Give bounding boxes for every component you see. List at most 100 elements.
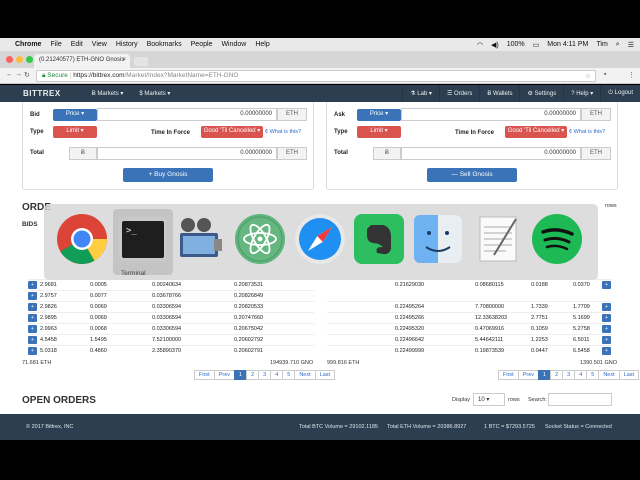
bid-row[interactable]: 2.9963 0.0068 0.03306594 0.20675042 +: [28, 323, 314, 334]
window-close-button[interactable]: [6, 56, 13, 63]
volume-icon[interactable]: ◀): [491, 41, 499, 49]
sell-what-is-this-link[interactable]: ¢ What is this?: [569, 129, 605, 135]
bid-row-add-icon[interactable]: +: [28, 281, 37, 289]
buy-type-dropdown[interactable]: Limit ▾: [53, 126, 97, 138]
buy-what-is-this-link[interactable]: ¢ What is this?: [265, 129, 301, 135]
menubar-app-name[interactable]: Chrome: [15, 41, 41, 48]
buy-total-input[interactable]: 0.00000000: [97, 147, 277, 160]
reload-icon[interactable]: ↻: [24, 71, 30, 79]
notification-center-icon[interactable]: ☰: [628, 41, 634, 49]
bid-cell: 2.9681: [40, 282, 57, 288]
menu-view[interactable]: View: [92, 41, 107, 48]
nav-btc-markets[interactable]: Ƀ Markets ▾: [84, 90, 132, 97]
bid-row[interactable]: 2.9826 0.0069 0.03306594 0.20820533 +: [28, 301, 314, 312]
bid-row-add-icon[interactable]: +: [28, 314, 37, 322]
asks-page-first[interactable]: First: [498, 370, 519, 380]
ask-row-add-icon[interactable]: +: [602, 281, 611, 289]
window-zoom-button[interactable]: [26, 56, 33, 63]
menu-bookmarks[interactable]: Bookmarks: [147, 41, 182, 48]
display-rows-select[interactable]: 10 ▾: [473, 393, 505, 406]
menu-history[interactable]: History: [116, 41, 138, 48]
nav-orders[interactable]: ☰ Orders: [438, 85, 479, 102]
sell-total-input[interactable]: 0.00000000: [401, 147, 581, 160]
finder-icon[interactable]: [412, 213, 464, 265]
sell-price-button[interactable]: Price ▾: [357, 109, 401, 121]
bid-row-add-icon[interactable]: +: [28, 292, 37, 300]
bid-row-add-icon[interactable]: +: [28, 325, 37, 333]
new-tab-button[interactable]: [134, 57, 148, 66]
address-bar[interactable]: 🔒︎ Secure | https://bittrex.com/Market/I…: [36, 70, 596, 82]
sell-type-label: Type: [334, 129, 348, 135]
nav-settings[interactable]: ⚙ Settings: [519, 85, 563, 102]
menu-edit[interactable]: Edit: [71, 41, 83, 48]
bid-price-input[interactable]: 0.00000000: [97, 108, 277, 121]
bid-row[interactable]: 2.9757 0.0077 0.03678766 0.20826849 +: [28, 290, 314, 301]
chrome-icon[interactable]: [56, 213, 108, 265]
nav-lab[interactable]: ⚗ Lab ▾: [402, 85, 439, 102]
bids-page-last[interactable]: Last: [314, 370, 336, 380]
battery-icon[interactable]: ▭: [533, 41, 540, 49]
ask-row[interactable]: 0.22496642 5.44642111 1.2253 6.5011 +: [327, 334, 612, 345]
menubar-user[interactable]: Tim: [596, 41, 607, 48]
bittrex-logo[interactable]: BITTREX: [0, 89, 84, 98]
ask-row-add-icon[interactable]: +: [602, 325, 611, 333]
bids-page-next[interactable]: Next: [294, 370, 316, 380]
bookmark-star-icon[interactable]: ☆: [585, 72, 591, 80]
chrome-menu-icon[interactable]: ⋮: [628, 71, 635, 79]
ask-row-add-icon[interactable]: +: [602, 347, 611, 355]
bid-row[interactable]: 2.9681 0.0005 0.00240634 0.20873531 +: [28, 279, 314, 290]
sell-gnosis-button[interactable]: — Sell Gnosis: [427, 168, 517, 182]
spotlight-icon[interactable]: ⌕: [616, 41, 620, 49]
browser-tab[interactable]: (0.21240577) ETH-GNO Gnosis ×: [34, 54, 130, 68]
ask-row[interactable]: 0.22495264 7.70800000 1.7339 1.7709 +: [327, 301, 612, 312]
bid-row[interactable]: 2.9895 0.0069 0.03306594 0.20747660 +: [28, 312, 314, 323]
ask-row[interactable]: 0.22495320 0.47069916 0.1059 5.2758 +: [327, 323, 612, 334]
back-icon[interactable]: ←: [6, 71, 13, 78]
terminal-icon[interactable]: >_: [117, 213, 169, 265]
ask-row[interactable]: 0.22495266 12.33638203 2.7751 5.1699 +: [327, 312, 612, 323]
bid-row[interactable]: 4.5458 1.5495 7.52100000 0.20602792 +: [28, 334, 314, 345]
sell-type-dropdown[interactable]: Limit ▾: [357, 126, 401, 138]
battery-percent[interactable]: 100%: [507, 41, 525, 48]
bid-row[interactable]: 5.0318 0.4860 2.35890370 0.20602791 +: [28, 345, 314, 356]
asks-page-last[interactable]: Last: [618, 370, 640, 380]
ask-price-input[interactable]: 0.00000000: [401, 108, 581, 121]
nav-help[interactable]: ? Help ▾: [563, 85, 600, 102]
wifi-icon[interactable]: ◠: [477, 41, 483, 49]
nav-logout[interactable]: ⏻ Logout: [600, 85, 640, 102]
menu-window[interactable]: Window: [221, 41, 246, 48]
bid-row-add-icon[interactable]: +: [28, 347, 37, 355]
photo-slideshow-icon[interactable]: [174, 213, 226, 265]
bids-page-first[interactable]: First: [194, 370, 215, 380]
sell-tif-dropdown[interactable]: Good 'Til Cancelled ▾: [505, 126, 567, 138]
asks-page-next[interactable]: Next: [598, 370, 620, 380]
menu-help[interactable]: Help: [255, 41, 269, 48]
ask-row-add-icon[interactable]: +: [602, 303, 611, 311]
atom-icon[interactable]: [234, 213, 286, 265]
open-orders-search-input[interactable]: [548, 393, 612, 406]
buy-gnosis-button[interactable]: + Buy Gnosis: [123, 168, 213, 182]
menubar-clock[interactable]: Mon 4:11 PM: [547, 41, 588, 48]
ask-row-add-icon[interactable]: +: [602, 336, 611, 344]
safari-icon[interactable]: [294, 213, 346, 265]
buy-tif-dropdown[interactable]: Good 'Til Cancelled ▾: [201, 126, 263, 138]
evernote-icon[interactable]: [353, 213, 405, 265]
nav-wallets[interactable]: Ƀ Wallets: [479, 85, 519, 102]
asks-page-prev[interactable]: Prev: [517, 370, 540, 380]
ask-row[interactable]: 0.21629030 0.08680115 0.0188 0.0370 +: [327, 279, 612, 290]
spotify-icon[interactable]: [531, 213, 583, 265]
menu-file[interactable]: File: [50, 41, 61, 48]
buy-price-button[interactable]: Price ▾: [53, 109, 97, 121]
forward-icon[interactable]: →: [15, 71, 22, 78]
textedit-icon[interactable]: [472, 213, 524, 265]
bid-row-add-icon[interactable]: +: [28, 303, 37, 311]
window-minimize-button[interactable]: [16, 56, 23, 63]
menu-people[interactable]: People: [191, 41, 213, 48]
nav-usd-markets[interactable]: $ Markets ▾: [131, 90, 178, 97]
tab-close-icon[interactable]: ×: [122, 57, 126, 63]
extension-icon[interactable]: ▪: [604, 71, 606, 78]
bid-row-add-icon[interactable]: +: [28, 336, 37, 344]
ask-row[interactable]: 0.22499999 0.19873539 0.0447 6.5458 +: [327, 345, 612, 356]
ask-row-add-icon[interactable]: +: [602, 314, 611, 322]
bids-page-prev[interactable]: Prev: [213, 370, 236, 380]
